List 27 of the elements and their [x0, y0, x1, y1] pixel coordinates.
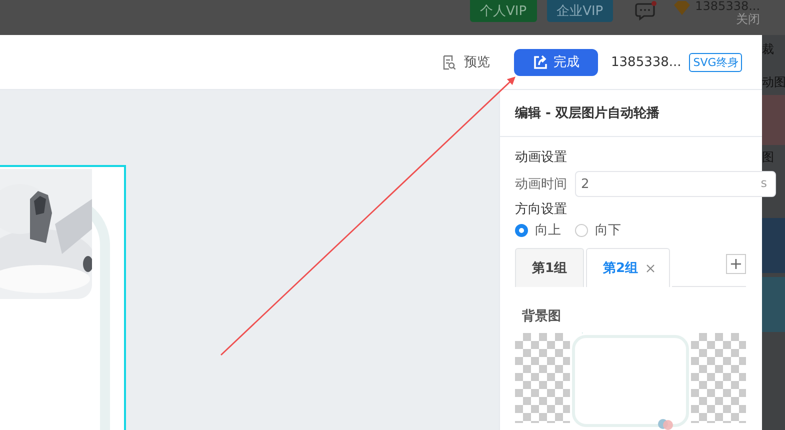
membership-badge: SVG终身	[689, 52, 742, 72]
vip-button[interactable]: 个人VIP	[470, 0, 537, 22]
close-link[interactable]: 关闭	[736, 13, 760, 26]
close-icon[interactable]	[646, 264, 656, 272]
group-tab[interactable]: 第2组	[586, 248, 670, 287]
group-tab[interactable]: 第1组	[515, 248, 584, 287]
carousel-card[interactable]	[0, 165, 126, 430]
done-button[interactable]: 完成	[514, 48, 598, 76]
banner-thumbnail[interactable]	[762, 277, 785, 332]
preview-icon	[442, 54, 456, 70]
add-button[interactable]: +	[726, 254, 746, 274]
section-heading: 方向设置	[515, 201, 568, 219]
section-heading: 背景图	[522, 308, 562, 325]
preview-button[interactable]: 预览	[442, 53, 490, 71]
banner-thumbnail[interactable]	[762, 218, 785, 273]
share-icon	[532, 54, 548, 70]
direction-radio[interactable]: 向上	[515, 221, 561, 239]
diamond-icon	[673, 0, 692, 16]
frame-thumbnail[interactable]	[572, 335, 690, 427]
chat-icon[interactable]	[635, 1, 658, 21]
username: 1385338...	[611, 54, 682, 70]
section-heading: 动画设置	[515, 149, 568, 167]
field-label: 动画时间	[515, 176, 567, 193]
direction-radio[interactable]: 向下	[575, 221, 621, 239]
banner-thumbnail[interactable]	[762, 95, 785, 145]
unit-label: s	[760, 176, 767, 190]
vip-button[interactable]: 企业VIP	[546, 0, 614, 22]
